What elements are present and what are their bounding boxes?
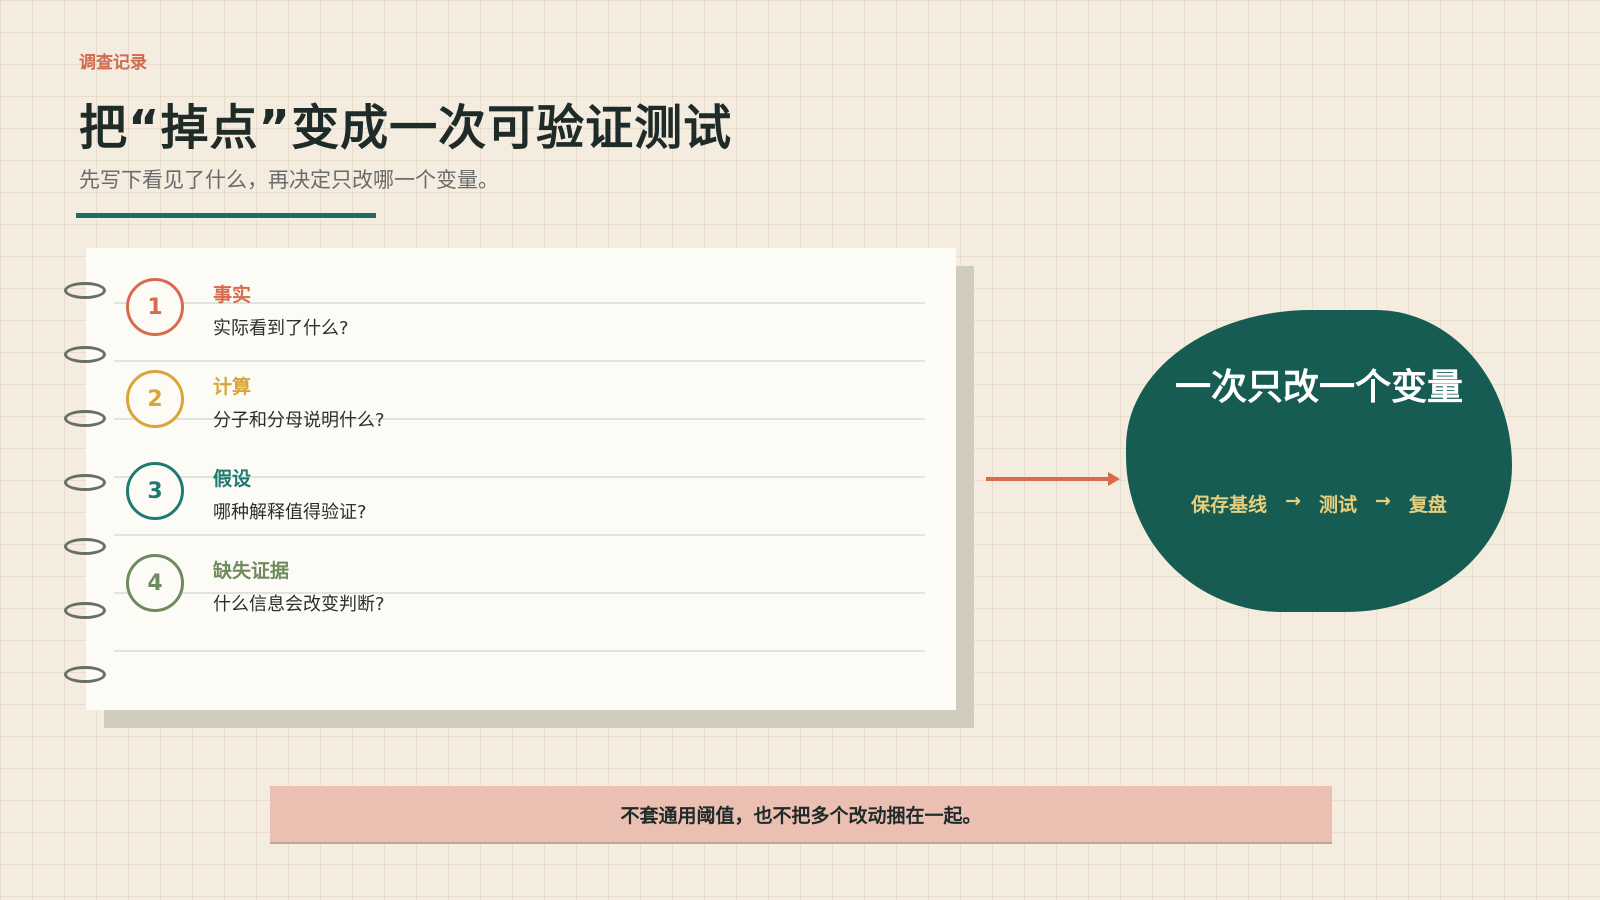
- step-title-4: 缺失证据: [213, 560, 290, 582]
- page-title: 把“掉点”变成一次可验证测试: [79, 100, 733, 156]
- step-desc-1: 实际看到了什么?: [213, 318, 349, 339]
- step-desc-4: 什么信息会改变判断?: [213, 594, 385, 615]
- arrowhead-icon: [1108, 472, 1120, 486]
- notebook-ring: [64, 282, 106, 299]
- callout-flow: 保存基线 → 测试 → 复盘: [1126, 490, 1512, 517]
- section-kicker: 调查记录: [79, 53, 147, 73]
- ruled-line: [114, 360, 925, 362]
- footer-note: 不套通用阈值，也不把多个改动捆在一起。: [270, 786, 1332, 844]
- notebook-ring: [64, 346, 106, 363]
- step-title-3: 假设: [213, 468, 252, 490]
- flow-arrow-icon: →: [1375, 490, 1391, 512]
- step-desc-3: 哪种解释值得验证?: [213, 502, 367, 523]
- step-badge-4: 4: [126, 554, 184, 612]
- title-underline: [76, 213, 376, 218]
- callout-blob: 一次只改一个变量 保存基线 → 测试 → 复盘: [1126, 310, 1512, 612]
- callout-title: 一次只改一个变量: [1174, 367, 1463, 408]
- ruled-line: [114, 534, 925, 536]
- notebook-ring: [64, 538, 106, 555]
- step-title-1: 事实: [213, 284, 252, 306]
- ruled-line: [114, 650, 925, 652]
- notebook-ring: [64, 410, 106, 427]
- page-subtitle: 先写下看见了什么，再决定只改哪一个变量。: [79, 168, 499, 192]
- flow-step-review: 复盘: [1408, 494, 1447, 516]
- notebook-ring: [64, 666, 106, 683]
- step-badge-1: 1: [126, 278, 184, 336]
- notebook-ring: [64, 602, 106, 619]
- step-badge-3: 3: [126, 462, 184, 520]
- flow-step-baseline: 保存基线: [1191, 494, 1268, 516]
- flow-step-test: 测试: [1318, 494, 1357, 516]
- notebook-ring: [64, 474, 106, 491]
- step-title-2: 计算: [213, 376, 252, 398]
- arrow-right-icon: [986, 477, 1110, 481]
- step-desc-2: 分子和分母说明什么?: [213, 410, 385, 431]
- flow-arrow-icon: →: [1285, 490, 1301, 512]
- step-badge-2: 2: [126, 370, 184, 428]
